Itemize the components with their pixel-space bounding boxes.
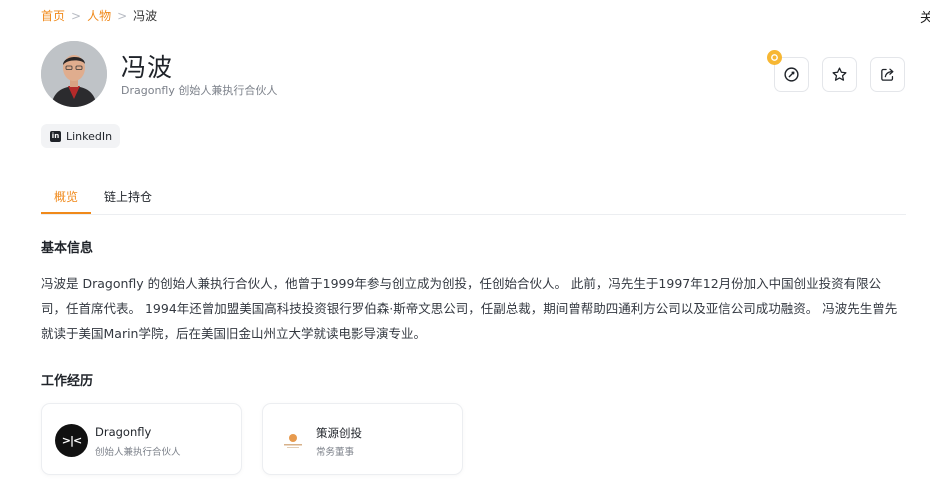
notification-badge (767, 50, 782, 65)
badge-icon (771, 54, 778, 61)
bio-text: 冯波是 Dragonfly 的创始人兼执行合伙人，他曾于1999年参与创立成为创… (41, 276, 898, 341)
breadcrumb-current: 冯波 (133, 9, 158, 23)
dragonfly-logo-text: >|< (61, 434, 82, 447)
tab-bar: 概览 链上持仓 (41, 183, 906, 215)
profile-subtitle: Dragonfly 创始人兼执行合伙人 (121, 84, 278, 97)
favorite-button[interactable] (822, 57, 857, 92)
tab-onchain-holdings[interactable]: 链上持仓 (104, 188, 152, 205)
avatar-portrait-icon (41, 41, 107, 107)
work-role: 创始人兼执行合伙人 (95, 447, 181, 458)
profile-name: 冯波 (121, 53, 174, 82)
linkedin-link[interactable]: in LinkedIn (41, 124, 121, 148)
work-company: Dragonfly (95, 425, 152, 439)
share-icon (881, 68, 894, 81)
truncated-edge-text: 关 (920, 11, 930, 26)
section-title-basic-info: 基本信息 (41, 241, 94, 256)
share-button[interactable] (870, 57, 905, 92)
breadcrumb-home-link[interactable]: 首页 (41, 7, 65, 24)
work-card-cepyuan[interactable]: 策源创投 常务董事 (262, 403, 463, 475)
breadcrumb-separator: > (117, 8, 128, 23)
star-icon (832, 67, 847, 81)
avatar (41, 41, 107, 107)
tab-active-indicator (41, 212, 91, 214)
dragonfly-logo-icon: >|< (55, 424, 88, 457)
breadcrumb-category-link[interactable]: 人物 (87, 7, 111, 24)
edit-icon (784, 67, 799, 82)
work-role: 常务董事 (316, 447, 355, 458)
breadcrumb: 首页 > 人物 > 冯波 (41, 7, 157, 24)
work-card-dragonfly[interactable]: >|< Dragonfly 创始人兼执行合伙人 (41, 403, 242, 475)
section-title-work-history: 工作经历 (41, 374, 94, 389)
breadcrumb-separator: > (71, 8, 82, 23)
work-company: 策源创投 (316, 426, 362, 440)
linkedin-icon: in (50, 130, 61, 142)
tab-overview[interactable]: 概览 (54, 188, 78, 205)
linkedin-label: LinkedIn (66, 129, 113, 143)
cepyuan-logo-icon (276, 424, 309, 457)
